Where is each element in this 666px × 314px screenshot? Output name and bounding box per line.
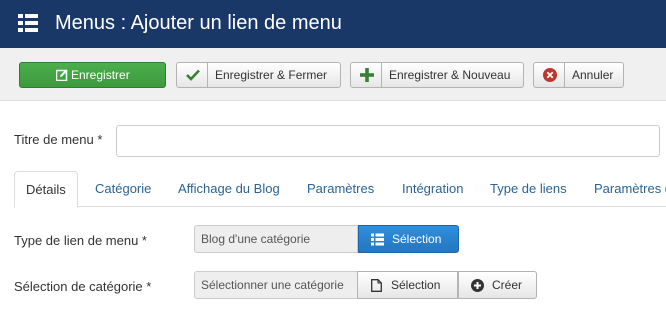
tab-parameters[interactable]: Paramètres <box>307 171 374 207</box>
save-label: Enregistrer <box>71 68 130 82</box>
tab-details[interactable]: Détails <box>14 171 78 208</box>
tab-category[interactable]: Catégorie <box>95 171 151 207</box>
close-circle-icon <box>543 68 557 82</box>
tab-link-type[interactable]: Type de liens <box>490 171 567 207</box>
save-new-label: Enregistrer & Nouveau <box>389 68 511 82</box>
category-select-label: Sélection <box>391 278 441 292</box>
toolbar: Enregistrer Enregistrer & Fermer Enregis… <box>0 48 666 101</box>
page-title: Menus : Ajouter un lien de menu <box>55 12 342 34</box>
plus-icon <box>360 68 374 82</box>
cancel-label: Annuler <box>572 68 614 82</box>
check-icon <box>186 69 200 81</box>
category-create-label: Créer <box>492 278 523 292</box>
link-type-select-label: Sélection <box>392 232 442 246</box>
edit-icon <box>56 69 68 81</box>
plus-circle-icon <box>471 279 484 292</box>
link-type-select-button[interactable]: Sélection <box>358 225 459 253</box>
cancel-button[interactable]: Annuler <box>533 62 624 88</box>
save-close-button[interactable]: Enregistrer & Fermer <box>176 62 341 88</box>
menu-title-label: Titre de menu * <box>14 132 103 147</box>
category-select-button[interactable]: Sélection <box>357 271 458 299</box>
category-create-button[interactable]: Créer <box>458 271 537 299</box>
list-icon <box>371 233 384 246</box>
tab-integration[interactable]: Intégration <box>402 171 463 207</box>
page-header: Menus : Ajouter un lien de menu <box>0 0 666 48</box>
save-button[interactable]: Enregistrer <box>19 62 166 88</box>
list-menu-icon <box>18 14 38 32</box>
tab-bar: Détails Catégorie Affichage du Blog Para… <box>14 171 666 208</box>
save-new-button[interactable]: Enregistrer & Nouveau <box>350 62 524 88</box>
tab-blog-display[interactable]: Affichage du Blog <box>178 171 280 207</box>
menu-title-input[interactable] <box>116 125 660 157</box>
save-close-label: Enregistrer & Fermer <box>215 68 328 82</box>
link-type-label: Type de lien de menu * <box>14 233 147 248</box>
tab-parameters-more[interactable]: Paramètres d <box>594 171 666 207</box>
category-value: Sélectionner une catégorie <box>194 271 358 299</box>
link-type-value: Blog d'une catégorie <box>194 225 358 253</box>
file-icon <box>371 279 382 292</box>
category-label: Sélection de catégorie * <box>14 279 152 294</box>
